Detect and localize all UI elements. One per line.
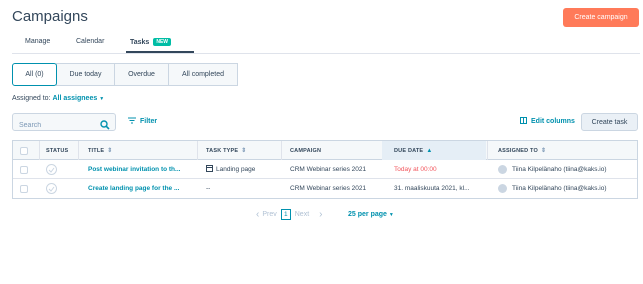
chevron-down-icon: ▼ bbox=[388, 212, 394, 218]
column-assigned-to[interactable]: ASSIGNED TO ⇕ bbox=[498, 141, 546, 160]
per-page-dropdown[interactable]: 25 per page ▼ bbox=[348, 211, 394, 218]
search-icon[interactable] bbox=[100, 117, 110, 135]
create-campaign-button[interactable]: Create campaign bbox=[563, 8, 639, 27]
column-task-type-label: TASK TYPE bbox=[206, 147, 239, 154]
tab-bar: Manage Calendar Tasks NEW bbox=[12, 36, 640, 54]
view-overdue[interactable]: Overdue bbox=[114, 63, 169, 86]
assignee-dropdown-label: All assignees bbox=[52, 95, 98, 102]
column-assigned-to-label: ASSIGNED TO bbox=[498, 147, 538, 154]
new-badge: NEW bbox=[153, 38, 172, 46]
edit-columns-label: Edit columns bbox=[531, 118, 575, 125]
assignee-name: Tiina Kilpelänaho (tiina@kaks.io) bbox=[512, 185, 607, 192]
status-checkmark-icon[interactable] bbox=[46, 179, 57, 198]
tasks-table: STATUS TITLE ⇕ TASK TYPE ⇕ CAMPAIGN DUE DA… bbox=[12, 140, 638, 199]
next-button[interactable]: Next bbox=[295, 211, 309, 218]
search-box bbox=[12, 113, 116, 134]
table-row[interactable]: Create landing page for the ... -- CRM W… bbox=[13, 179, 637, 198]
column-title-label: TITLE bbox=[88, 147, 105, 154]
filter-icon bbox=[128, 117, 136, 126]
table-header: STATUS TITLE ⇕ TASK TYPE ⇕ CAMPAIGN DUE DA… bbox=[13, 141, 637, 160]
task-type-label: Landing page bbox=[216, 166, 256, 173]
task-title-link[interactable]: Post webinar invitation to th... bbox=[88, 160, 193, 179]
column-due-date-label: DUE DATE bbox=[394, 147, 424, 154]
due-date-cell: 31. maaliskuuta 2021, kl... bbox=[394, 185, 470, 192]
chevron-down-icon: ▼ bbox=[99, 96, 105, 102]
per-page-label: 25 per page bbox=[348, 211, 387, 218]
prev-button[interactable]: Prev bbox=[262, 211, 276, 218]
columns-icon bbox=[520, 117, 527, 126]
create-task-button[interactable]: Create task bbox=[581, 113, 638, 131]
avatar bbox=[498, 184, 507, 193]
task-type-cell: -- bbox=[206, 185, 211, 192]
assignee-cell: Tiina Kilpelänaho (tiina@kaks.io) bbox=[498, 160, 607, 179]
task-title-link[interactable]: Create landing page for the ... bbox=[88, 179, 193, 198]
column-title[interactable]: TITLE ⇕ bbox=[88, 141, 113, 160]
tab-manage[interactable]: Manage bbox=[25, 38, 50, 45]
avatar bbox=[498, 165, 507, 174]
column-task-type[interactable]: TASK TYPE ⇕ bbox=[206, 141, 247, 160]
view-switcher: All (0) Due today Overdue All completed bbox=[12, 63, 238, 86]
pagination: ‹ Prev 1 Next › bbox=[256, 209, 323, 220]
sort-ascending-icon: ▲ bbox=[426, 147, 433, 154]
tab-tasks-label: Tasks bbox=[130, 39, 150, 46]
task-type-cell: Landing page bbox=[206, 160, 255, 179]
assignee-cell: Tiina Kilpelänaho (tiina@kaks.io) bbox=[498, 179, 607, 198]
filter-button[interactable]: Filter bbox=[128, 117, 157, 126]
campaign-cell: CRM Webinar series 2021 bbox=[290, 185, 367, 192]
due-date-cell: Today at 00:00 bbox=[394, 166, 437, 173]
search-input[interactable] bbox=[13, 117, 93, 134]
assigned-to-filter: Assigned to: All assignees ▼ bbox=[12, 95, 104, 102]
select-all-checkbox[interactable] bbox=[20, 141, 28, 160]
column-status: STATUS bbox=[46, 147, 69, 154]
row-checkbox[interactable] bbox=[20, 160, 28, 179]
assigned-to-label: Assigned to: bbox=[12, 95, 51, 102]
assignee-dropdown[interactable]: All assignees ▼ bbox=[52, 95, 104, 102]
column-campaign: CAMPAIGN bbox=[290, 147, 322, 154]
sort-icon: ⇕ bbox=[241, 148, 247, 154]
view-all[interactable]: All (0) bbox=[12, 63, 57, 86]
tab-tasks[interactable]: Tasks NEW bbox=[130, 38, 172, 46]
status-checkmark-icon[interactable] bbox=[46, 160, 57, 179]
landing-page-icon bbox=[206, 165, 213, 174]
chevron-left-icon[interactable]: ‹ bbox=[256, 209, 259, 220]
view-due-today[interactable]: Due today bbox=[56, 63, 115, 86]
page-title: Campaigns bbox=[12, 8, 88, 25]
active-tab-indicator bbox=[126, 51, 194, 53]
tab-calendar[interactable]: Calendar bbox=[76, 38, 104, 45]
assignee-name: Tiina Kilpelänaho (tiina@kaks.io) bbox=[512, 166, 607, 173]
filter-label: Filter bbox=[140, 118, 158, 125]
row-checkbox[interactable] bbox=[20, 179, 28, 198]
sort-icon: ⇕ bbox=[541, 148, 547, 154]
page-number-current[interactable]: 1 bbox=[280, 209, 291, 220]
view-all-completed[interactable]: All completed bbox=[168, 63, 238, 86]
table-row[interactable]: Post webinar invitation to th... Landing… bbox=[13, 160, 637, 179]
campaign-cell: CRM Webinar series 2021 bbox=[290, 166, 367, 173]
edit-columns-button[interactable]: Edit columns bbox=[520, 117, 575, 126]
chevron-right-icon[interactable]: › bbox=[319, 209, 322, 220]
sort-icon: ⇕ bbox=[107, 148, 113, 154]
column-due-date[interactable]: DUE DATE ▲ bbox=[382, 141, 486, 160]
